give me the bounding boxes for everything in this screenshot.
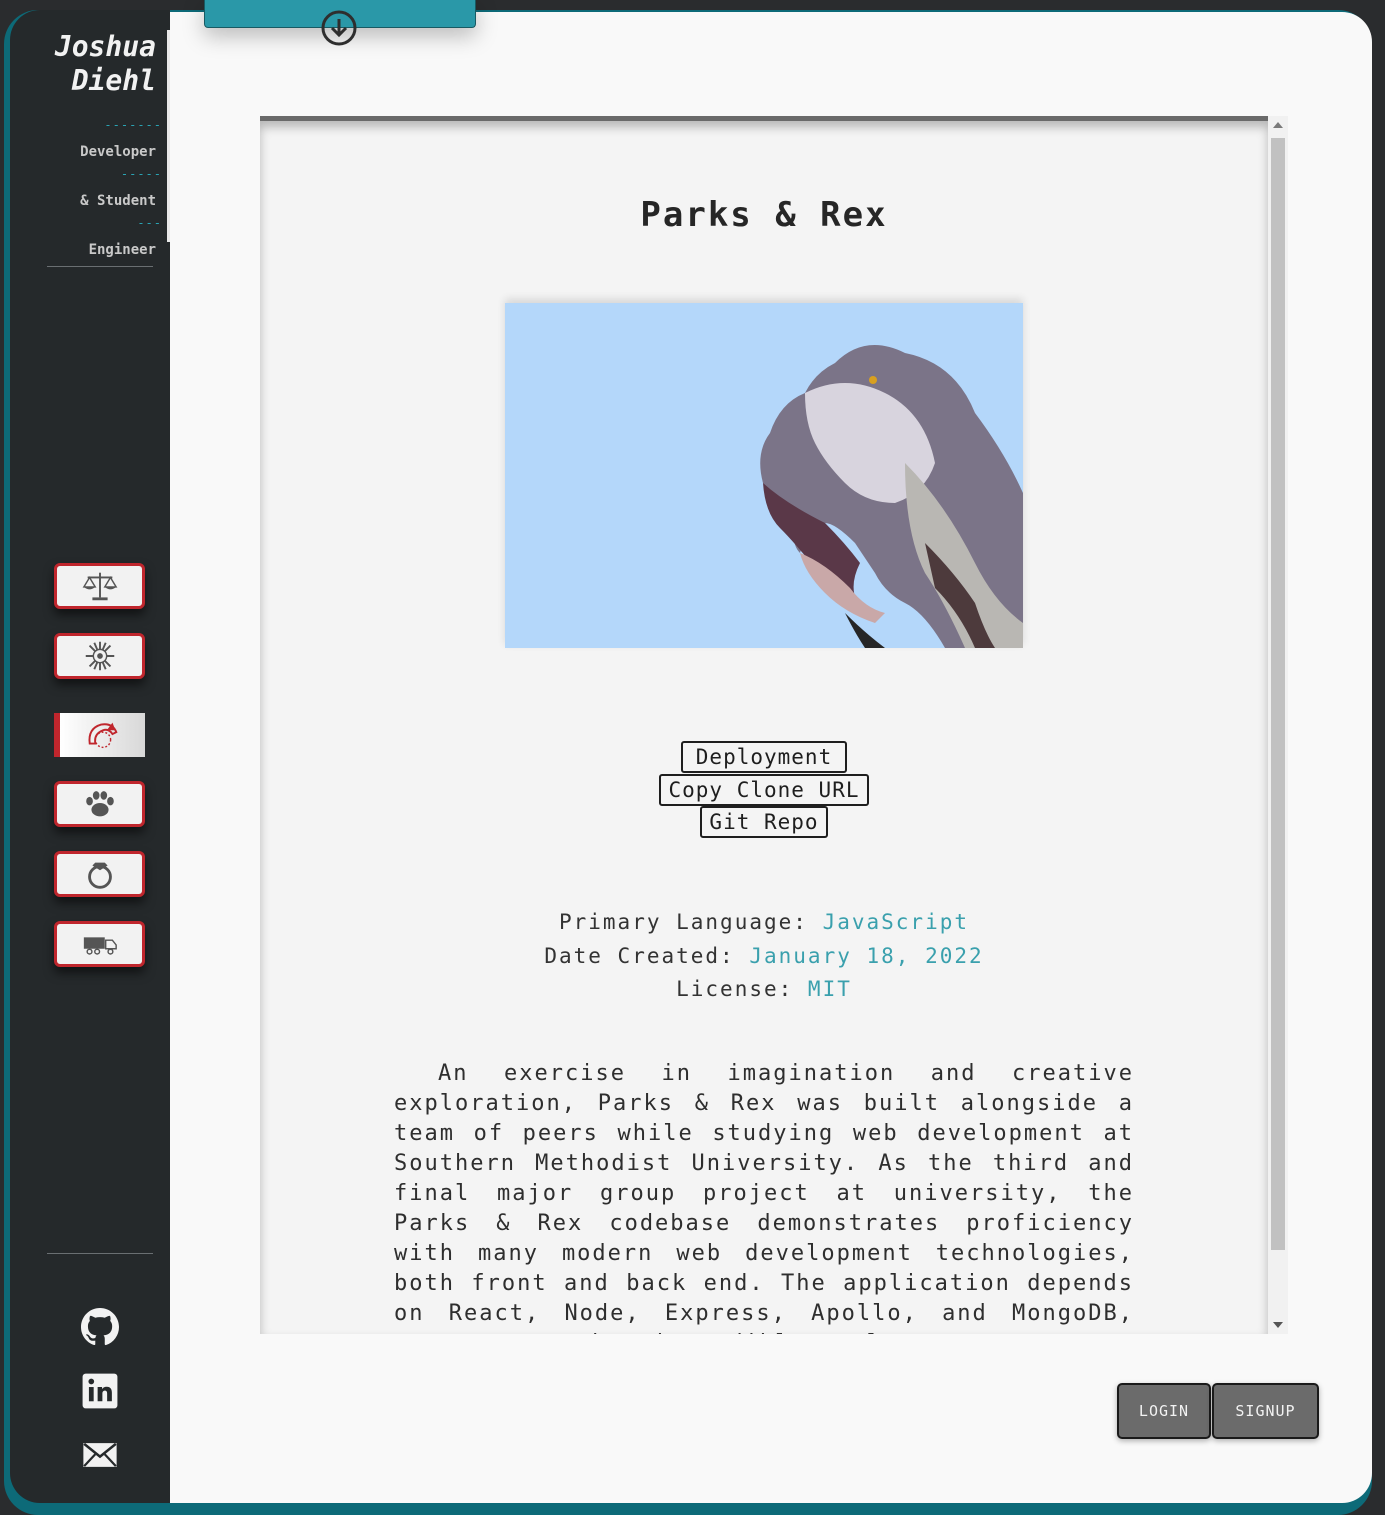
- copy-clone-url-button[interactable]: Copy Clone URL: [659, 774, 869, 806]
- login-button[interactable]: LOGIN: [1117, 1383, 1211, 1439]
- github-link[interactable]: [80, 1307, 120, 1347]
- sunburst-icon: [85, 641, 114, 671]
- sidebar: Joshua Diehl ------- Developer ----- & S…: [10, 10, 170, 1503]
- sidebar-divider-top: [47, 266, 153, 267]
- project-button-paw[interactable]: [54, 781, 145, 827]
- role-divider: -----: [120, 167, 162, 181]
- scroll-down-button[interactable]: [320, 9, 358, 47]
- deployment-button[interactable]: Deployment: [681, 741, 847, 773]
- license-row: License: MIT: [260, 972, 1268, 1006]
- project-image: [505, 303, 1023, 648]
- project-button-ring[interactable]: [54, 851, 145, 897]
- sidebar-divider-bottom: [47, 1253, 153, 1254]
- github-icon: [81, 1308, 119, 1346]
- project-button-sunburst[interactable]: [54, 633, 145, 679]
- project-button-truck[interactable]: [54, 921, 145, 967]
- date-created-label: Date Created:: [544, 944, 750, 968]
- role-divider: ---: [137, 216, 162, 230]
- primary-language-value: JavaScript: [822, 910, 969, 934]
- scroll-down-arrow-icon[interactable]: [1273, 1322, 1283, 1328]
- arrow-down-circle-icon: [321, 10, 357, 46]
- signup-button[interactable]: SIGNUP: [1212, 1383, 1319, 1439]
- email-icon: [83, 1442, 117, 1467]
- license-value: MIT: [807, 977, 852, 1001]
- paw-icon: [85, 791, 114, 817]
- brand-last-name: Diehl: [71, 64, 156, 97]
- git-repo-button[interactable]: Git Repo: [700, 806, 828, 838]
- role-list: ------- Developer ----- & Student --- En…: [50, 118, 170, 269]
- scales-icon: [82, 572, 117, 601]
- project-detail-panel[interactable]: Parks & Rex Deployment Copy Clone URL Gi…: [260, 116, 1268, 1334]
- license-label: License:: [676, 977, 808, 1001]
- linkedin-icon: [82, 1373, 118, 1409]
- role-engineer: Engineer: [88, 242, 156, 258]
- date-created-value: January 18, 2022: [749, 944, 984, 968]
- scroll-up-arrow-icon[interactable]: [1273, 122, 1283, 128]
- primary-language-row: Primary Language: JavaScript: [260, 905, 1268, 939]
- t-rex-image: [505, 303, 1023, 648]
- ring-icon: [87, 862, 112, 889]
- date-created-row: Date Created: January 18, 2022: [260, 939, 1268, 973]
- role-developer: Developer: [80, 144, 156, 160]
- brand-first-name: Joshua: [54, 30, 156, 63]
- project-button-dinosaur[interactable]: [54, 713, 145, 757]
- panel-scrollbar[interactable]: [1268, 116, 1288, 1334]
- brand: Joshua Diehl: [55, 30, 156, 98]
- project-button-scales[interactable]: [54, 563, 145, 609]
- dinosaur-icon: [88, 722, 118, 749]
- role-divider: -------: [104, 118, 162, 132]
- scrollbar-thumb[interactable]: [1271, 138, 1285, 1250]
- email-link[interactable]: [80, 1435, 120, 1475]
- project-title: Parks & Rex: [640, 195, 888, 235]
- project-description: An exercise in imagination and creative …: [394, 1061, 1134, 1334]
- truck-icon: [83, 937, 117, 955]
- primary-language-label: Primary Language:: [558, 910, 823, 934]
- linkedin-link[interactable]: [80, 1371, 120, 1411]
- role-student: & Student: [80, 193, 156, 209]
